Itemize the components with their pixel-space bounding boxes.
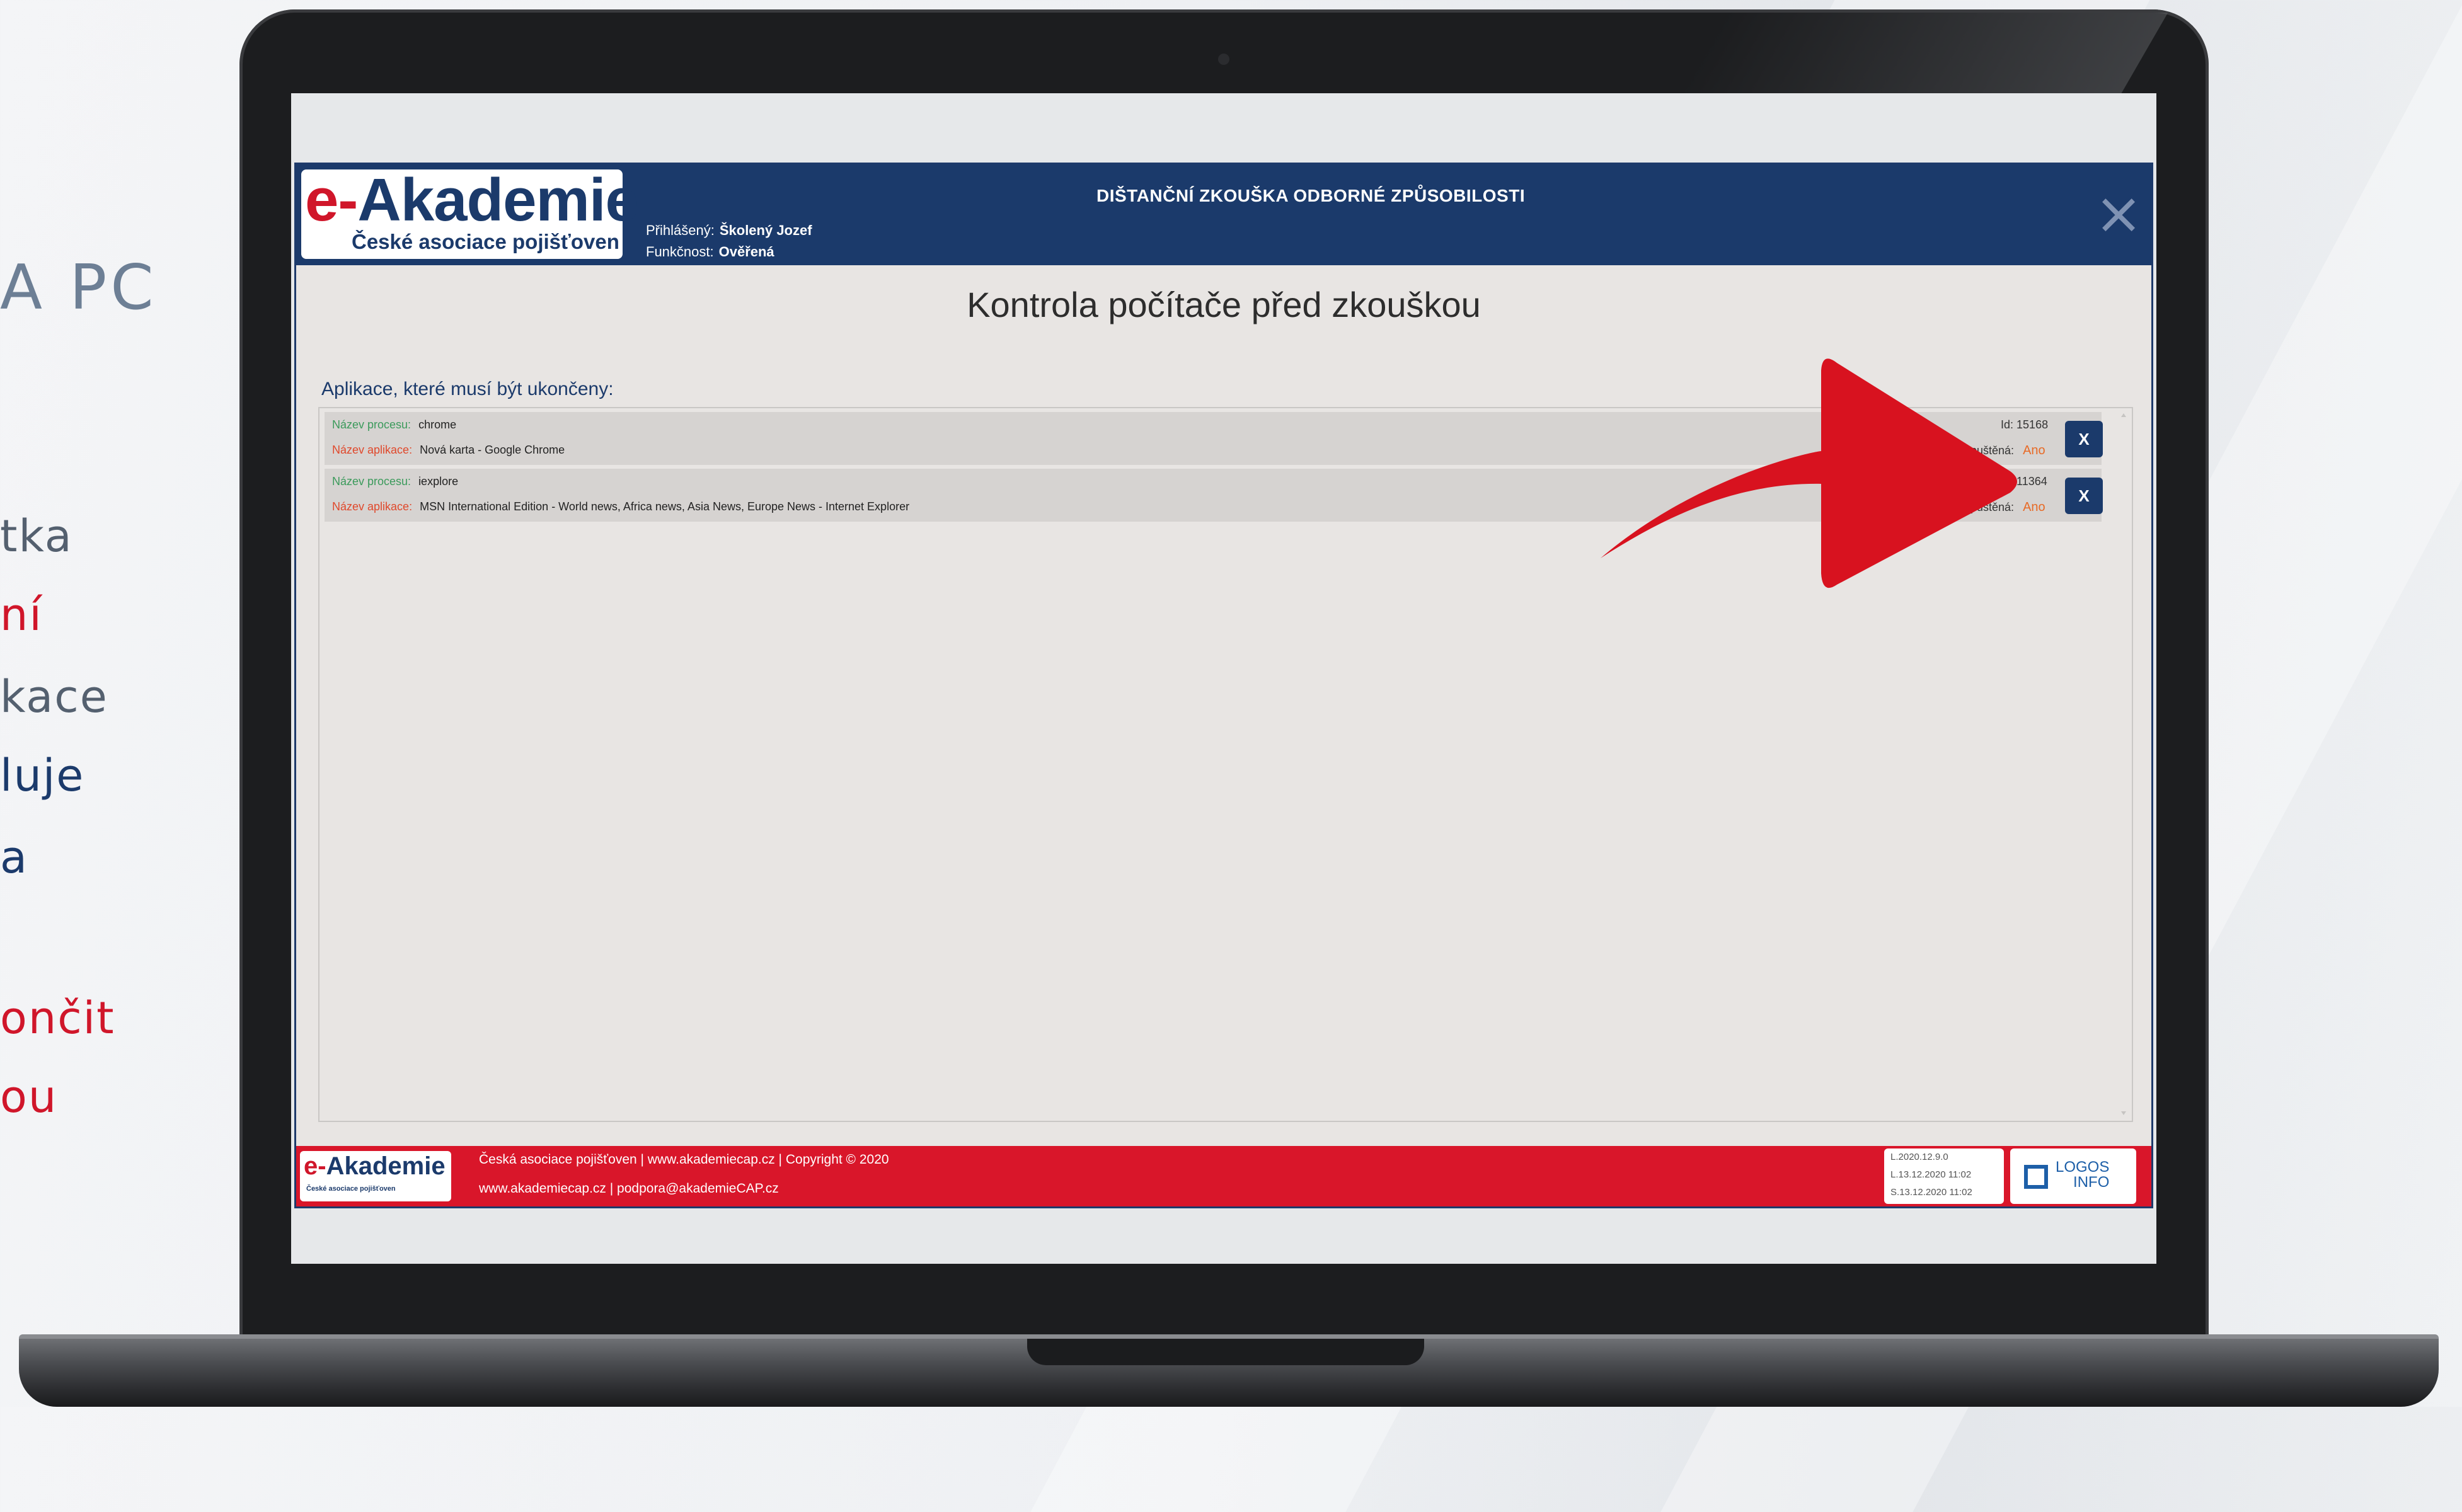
- partner-sub: INFO: [2073, 1174, 2110, 1191]
- user-info: Přihlášený: Školený Jozef Funkčnost: Ověře…: [646, 220, 812, 263]
- slide-text-line: ou: [0, 1071, 58, 1123]
- logo-name: Akademie: [357, 166, 639, 234]
- version-line: L.2020.12.9.0: [1890, 1152, 1948, 1162]
- process-label: Název procesu:: [332, 418, 411, 431]
- logo-prefix: e-: [305, 166, 358, 234]
- laptop-screen: e-Akademie České asociace pojišťoven Při…: [291, 93, 2156, 1264]
- slide-text-line: kace: [0, 671, 108, 723]
- camera-icon: [1218, 54, 1229, 65]
- footer-contact: www.akademiecap.cz | podpora@akademieCAP…: [479, 1181, 779, 1196]
- process-name: iexplore: [418, 475, 459, 488]
- version-line: S.13.12.2020 11:02: [1890, 1187, 1972, 1198]
- logo-subtitle: České asociace pojišťoven: [352, 230, 619, 253]
- partner-name: LOGOS: [2056, 1159, 2110, 1176]
- function-label: Funkčnost:: [646, 244, 714, 260]
- app-name: Nová karta - Google Chrome: [420, 444, 565, 456]
- lid-glare: [1676, 13, 2168, 101]
- kill-process-button[interactable]: X: [2065, 421, 2103, 457]
- app-footer: e-Akademie České asociace pojišťoven Čes…: [296, 1146, 2151, 1206]
- page-title: Kontrola počítače před zkouškou: [967, 285, 1481, 324]
- close-icon[interactable]: ×: [2093, 185, 2144, 243]
- slide-text-line: tka: [0, 510, 73, 562]
- slide-text-line: ní: [0, 589, 43, 641]
- footer-logo-name: Akademie: [326, 1152, 446, 1180]
- red-arrow-icon: [1601, 358, 2017, 588]
- app-title: DIŠTANČNÍ ZKOUŠKA ODBORNÉ ZPŮSOBILOSTI: [1096, 186, 1526, 205]
- app-label: Název aplikace:: [332, 500, 413, 513]
- version-line: L.13.12.2020 11:02: [1890, 1169, 1972, 1180]
- version-info: L.2020.12.9.0 L.13.12.2020 11:02 S.13.12…: [1884, 1148, 2004, 1204]
- slide-text-line: a: [0, 832, 28, 883]
- section-label: Aplikace, které musí být ukončeny:: [321, 379, 614, 399]
- app-label: Název aplikace:: [332, 444, 413, 456]
- login-user: Školený Jozef: [719, 222, 812, 238]
- scrollbar[interactable]: [2118, 412, 2129, 1118]
- footer-logo: e-Akademie České asociace pojišťoven: [300, 1151, 451, 1201]
- slide-text-line: ončit: [0, 992, 115, 1044]
- process-name: chrome: [418, 418, 457, 431]
- app-window: e-Akademie České asociace pojišťoven Při…: [294, 163, 2153, 1208]
- function-value: Ověřená: [718, 244, 774, 260]
- kill-process-button[interactable]: X: [2065, 478, 2103, 514]
- e-akademie-logo: e-Akademie České asociace pojišťoven: [301, 166, 639, 259]
- footer-logo-subtitle: České asociace pojišťoven: [306, 1185, 396, 1193]
- footer-copyright: Česká asociace pojišťoven | www.akademie…: [479, 1152, 889, 1167]
- logos-info-logo: LOGOS INFO: [2010, 1148, 2136, 1204]
- login-label: Přihlášený:: [646, 222, 715, 238]
- logos-icon: [2024, 1165, 2048, 1189]
- app-name: MSN International Edition - World news, …: [420, 500, 910, 513]
- footer-logo-prefix: e-: [304, 1152, 326, 1180]
- app-header: e-Akademie České asociace pojišťoven Při…: [296, 164, 2151, 265]
- slide-title: A PC: [0, 252, 158, 324]
- process-label: Název procesu:: [332, 475, 411, 488]
- slide-text-line: luje: [0, 750, 85, 801]
- laptop-notch: [1027, 1339, 1424, 1365]
